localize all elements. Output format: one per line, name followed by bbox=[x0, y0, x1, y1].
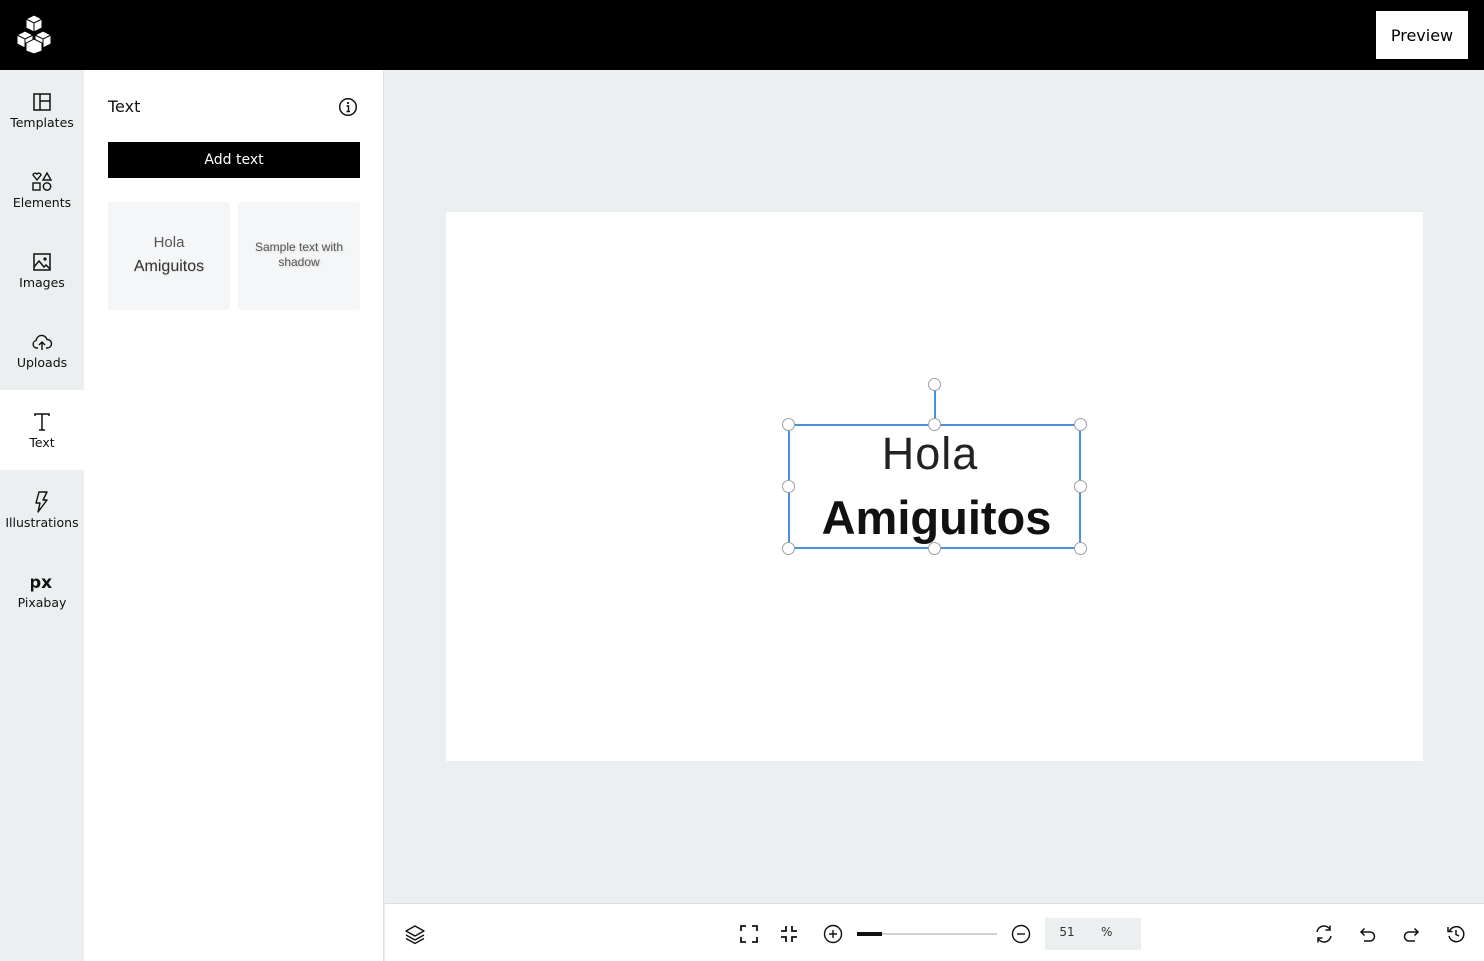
resize-handle-bottom[interactable] bbox=[928, 542, 941, 555]
preset-line1: Hola bbox=[153, 234, 185, 251]
zoom-slider-fill bbox=[857, 932, 883, 936]
design-page[interactable]: Hola Amiguitos bbox=[446, 212, 1423, 761]
nav-label: Illustrations bbox=[5, 515, 79, 530]
nav-item-templates[interactable]: Templates bbox=[0, 70, 84, 150]
nav-label: Pixabay bbox=[17, 595, 67, 610]
nav-item-pixabay[interactable]: px Pixabay bbox=[0, 550, 84, 630]
zoom-input[interactable]: 51 % bbox=[1045, 918, 1141, 950]
preset-line2: Amiguitos bbox=[133, 258, 205, 275]
resize-handle-left[interactable] bbox=[782, 480, 795, 493]
zoom-in-icon[interactable] bbox=[822, 923, 844, 945]
rotate-handle[interactable] bbox=[928, 378, 941, 391]
bottom-toolbar: 51 % bbox=[385, 903, 1484, 961]
elements-icon bbox=[31, 171, 53, 193]
fit-screen-icon[interactable] bbox=[778, 923, 800, 945]
top-bar: Preview bbox=[0, 0, 1484, 70]
text-icon bbox=[31, 411, 53, 433]
panel-title: Text bbox=[108, 97, 141, 116]
text-line-hola[interactable]: Hola bbox=[790, 428, 1070, 480]
zoom-value[interactable]: 51 bbox=[1045, 925, 1089, 939]
cloud-upload-icon bbox=[31, 331, 53, 353]
resize-handle-bottom-left[interactable] bbox=[782, 542, 795, 555]
nav-item-images[interactable]: Images bbox=[0, 230, 84, 310]
history-icon[interactable] bbox=[1445, 923, 1467, 945]
nav-item-elements[interactable]: Elements bbox=[0, 150, 84, 230]
zoom-unit: % bbox=[1101, 925, 1113, 939]
refresh-icon[interactable] bbox=[1313, 923, 1335, 945]
nav-label: Text bbox=[29, 435, 55, 450]
zoom-slider[interactable] bbox=[857, 932, 997, 936]
selected-text-box[interactable]: Hola Amiguitos bbox=[788, 424, 1081, 549]
image-icon bbox=[31, 251, 53, 273]
text-line-amiguitos[interactable]: Amiguitos bbox=[790, 490, 1083, 545]
resize-handle-bottom-right[interactable] bbox=[1074, 542, 1087, 555]
svg-text:px: px bbox=[31, 573, 52, 593]
canvas-area: Hola Amiguitos bbox=[385, 70, 1484, 903]
resize-handle-top-left[interactable] bbox=[782, 418, 795, 431]
nav-item-illustrations[interactable]: Illustrations bbox=[0, 470, 84, 550]
nav-label: Elements bbox=[12, 195, 72, 210]
fullscreen-icon[interactable] bbox=[738, 923, 760, 945]
pixabay-icon: px bbox=[31, 571, 53, 593]
layers-icon[interactable] bbox=[404, 923, 426, 945]
undo-icon[interactable] bbox=[1356, 923, 1378, 945]
zoom-out-icon[interactable] bbox=[1010, 923, 1032, 945]
preset-shadow-text: Sample text with shadow bbox=[254, 240, 344, 269]
templates-icon bbox=[31, 91, 53, 113]
text-preset-hola-amiguitos[interactable]: Hola Amiguitos bbox=[108, 202, 230, 310]
side-nav: Templates Elements Images Uploads Text I… bbox=[0, 70, 84, 961]
resize-handle-top[interactable] bbox=[928, 418, 941, 431]
add-text-button[interactable]: Add text bbox=[108, 142, 360, 178]
nav-item-text[interactable]: Text bbox=[0, 390, 84, 470]
nav-label: Uploads bbox=[16, 355, 68, 370]
text-panel: Text Add text Hola Amiguitos Sample text… bbox=[84, 70, 384, 961]
resize-handle-right[interactable] bbox=[1074, 480, 1087, 493]
redo-icon[interactable] bbox=[1401, 923, 1423, 945]
nav-label: Templates bbox=[10, 115, 74, 130]
info-icon[interactable] bbox=[338, 97, 358, 117]
lightning-icon bbox=[31, 491, 53, 513]
preview-button[interactable]: Preview bbox=[1376, 11, 1468, 59]
nav-label: Images bbox=[19, 275, 65, 290]
text-preset-shadow[interactable]: Sample text with shadow bbox=[238, 202, 360, 310]
resize-handle-top-right[interactable] bbox=[1074, 418, 1087, 431]
nav-item-uploads[interactable]: Uploads bbox=[0, 310, 84, 390]
cubes-logo-icon[interactable] bbox=[14, 14, 54, 54]
